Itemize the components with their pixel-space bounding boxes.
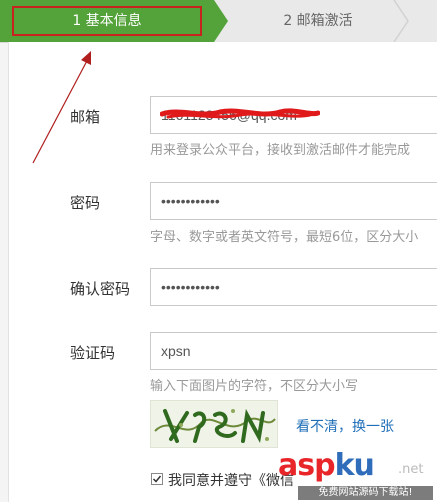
watermark-asp: asp [278, 448, 336, 483]
captcha-glyphs-icon [154, 408, 276, 444]
redaction-scribble [160, 108, 320, 119]
agree-checkbox[interactable] [151, 473, 163, 485]
confirm-password-value: •••••••••••• [161, 279, 220, 295]
email-hint: 用来登录公众平台，接收到激活邮件才能完成 [150, 143, 411, 158]
password-field[interactable]: •••••••••••• [150, 182, 437, 220]
check-icon [152, 475, 162, 483]
captcha-hint: 输入下面图片的字符，不区分大小写 [150, 379, 359, 394]
confirm-password-field[interactable]: •••••••••••• [150, 268, 437, 306]
annotation-arrow-icon [32, 51, 91, 164]
captcha-image [150, 400, 278, 448]
confirm-password-label: 确认密码 [70, 280, 131, 298]
step-1-label: 1 基本信息 [12, 6, 202, 36]
watermark-brand: aspku [278, 448, 375, 483]
step-1-arrow [214, 0, 228, 42]
captcha-label: 验证码 [70, 344, 116, 362]
captcha-input-value: xpsn [161, 343, 191, 359]
agree-text: 我同意并遵守《微信 [168, 473, 294, 489]
watermark-net: .net [398, 462, 424, 477]
step-2-chevron-icon [393, 0, 409, 42]
watermark-logo: aspku .net 免费网站源码下载站! [278, 448, 437, 502]
captcha-input[interactable]: xpsn [150, 332, 437, 370]
captcha-refresh-link[interactable]: 看不清，换一张 [296, 416, 394, 436]
step-2-label: 2 邮箱激活 [283, 13, 353, 29]
step-bar: 1 基本信息 2 邮箱激活 [0, 0, 437, 43]
password-hint: 字母、数字或者英文符号，最短6位，区分大小 [150, 230, 419, 245]
watermark-slogan: 免费网站源码下载站! [298, 486, 433, 500]
password-label: 密码 [70, 194, 101, 212]
password-value: •••••••••••• [161, 193, 220, 209]
watermark-ku: ku [334, 448, 375, 483]
